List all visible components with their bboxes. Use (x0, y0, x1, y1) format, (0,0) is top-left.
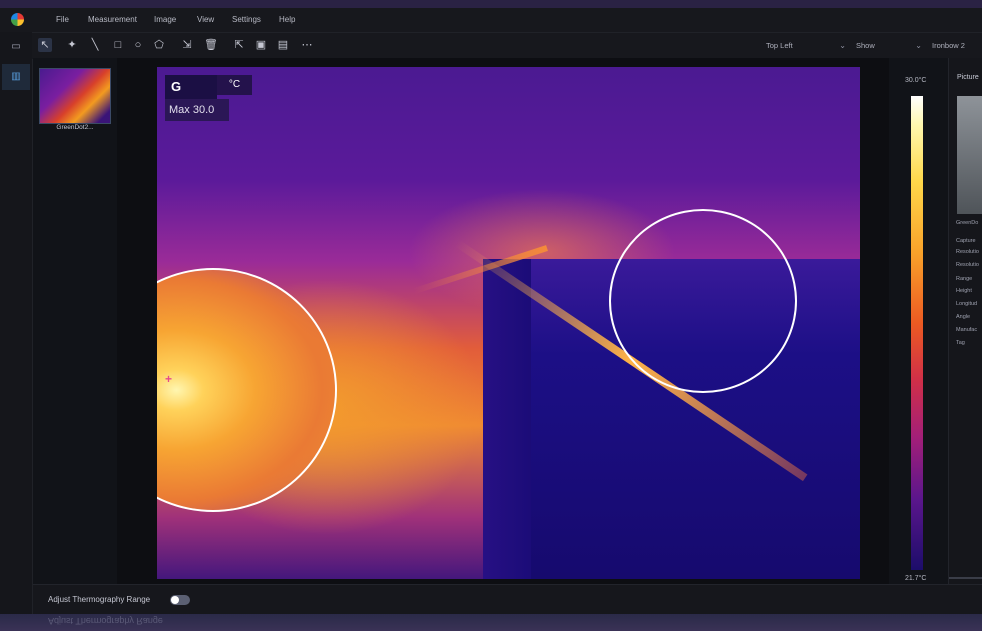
chevron-down-icon: ⌄ (915, 41, 922, 50)
export-icon[interactable]: ⇱ (232, 38, 246, 52)
overlay-label-box: G (165, 75, 217, 99)
delete-icon[interactable]: 🗑 (204, 38, 218, 52)
max-temp-crosshair-icon: + (165, 372, 173, 386)
show-select-value: Show (856, 41, 875, 50)
more-icon[interactable]: ⋯ (300, 38, 314, 52)
picture-file-name: GreenDo (956, 220, 979, 226)
auto-detect-icon[interactable]: ⇲ (180, 38, 194, 52)
visual-photo-preview[interactable] (957, 96, 982, 214)
palette-colorbar[interactable] (911, 96, 923, 570)
temperature-scale: 30.0°C 21.7°C (889, 58, 948, 584)
overlay-max-temp: Max 30.0 (165, 99, 229, 121)
scale-max-label: 30.0°C (905, 77, 927, 84)
adjust-range-toggle[interactable] (170, 595, 190, 605)
left-rail: ▭ ▥ (0, 32, 33, 614)
magnifier-circle-left[interactable] (157, 268, 337, 512)
info-label: Manufac (956, 327, 978, 333)
info-label: Resolutio (956, 262, 979, 268)
scale-min-label: 21.7°C (905, 575, 927, 582)
app-logo-icon (11, 13, 24, 26)
reflection-text: Adjust Thermography Range (48, 616, 163, 626)
magnifier-circle-right[interactable] (609, 209, 797, 393)
menu-view[interactable]: View (197, 15, 214, 24)
menu-bar: File Measurement Image View Settings Hel… (0, 8, 982, 32)
menu-image[interactable]: Image (154, 15, 176, 24)
menu-measurement[interactable]: Measurement (88, 15, 137, 24)
info-label: Resolutio (956, 249, 979, 255)
toggle-knob (171, 596, 179, 604)
show-select[interactable]: Show ⌄ (856, 39, 922, 53)
info-label: Longitud (956, 301, 978, 307)
spot-point-icon[interactable]: ✦ (65, 38, 79, 52)
image-canvas-area: + G °C Max 30.0 (117, 58, 889, 584)
info-label: Range (956, 276, 973, 282)
save-as-icon[interactable]: ▤ (276, 38, 290, 52)
folder-icon[interactable]: ▭ (9, 40, 23, 54)
palette-select[interactable]: Ironbow 2 (932, 39, 982, 53)
line-icon[interactable]: ╲ (88, 38, 102, 52)
overlay-unit: °C (217, 75, 252, 95)
info-label: Angle (956, 314, 971, 320)
info-label: Tag (956, 340, 965, 346)
select-arrow-icon[interactable]: ↖ (38, 38, 52, 52)
thermal-image[interactable]: + G °C Max 30.0 (157, 67, 860, 579)
menu-settings[interactable]: Settings (232, 15, 261, 24)
temperature-overlay: G °C Max 30.0 (165, 75, 252, 123)
building-edge (483, 259, 531, 579)
adjust-range-label: Adjust Thermography Range (48, 595, 151, 604)
screen-reflection: Adjust Thermography Range (0, 614, 982, 631)
toolbar: ↖ ✦ ╲ □ ○ ⬠ ⇲ 🗑 ⇱ ▣ ▤ ⋯ Top Left ⌄ Show … (32, 32, 982, 59)
palette-select-value: Ironbow 2 (932, 41, 965, 50)
picture-panel-title: Picture (957, 74, 979, 81)
panel-scrollbar[interactable] (949, 577, 982, 579)
chart-view-icon[interactable]: ▥ (2, 64, 30, 90)
picture-info-panel: Picture GreenDo Capture Resolutio Resolu… (948, 58, 982, 584)
thermal-thumbnail[interactable] (39, 68, 111, 124)
thermography-app-window: File Measurement Image View Settings Hel… (0, 8, 982, 614)
bottom-bar: Adjust Thermography Range (33, 584, 982, 614)
circle-icon[interactable]: ○ (131, 38, 145, 52)
position-select[interactable]: Top Left ⌄ (766, 39, 846, 53)
overlay-label: G (171, 79, 182, 94)
menu-file[interactable]: File (56, 15, 69, 24)
file-list-panel: GreenDot2... (33, 58, 118, 584)
info-label: Capture (956, 238, 976, 244)
rectangle-icon[interactable]: □ (111, 38, 125, 52)
polygon-icon[interactable]: ⬠ (152, 38, 166, 52)
info-label: Height (956, 288, 972, 294)
position-select-value: Top Left (766, 41, 793, 50)
menu-help[interactable]: Help (279, 15, 295, 24)
save-icon[interactable]: ▣ (254, 38, 268, 52)
chevron-down-icon: ⌄ (839, 41, 846, 50)
thumbnail-name: GreenDot2... (56, 124, 94, 131)
